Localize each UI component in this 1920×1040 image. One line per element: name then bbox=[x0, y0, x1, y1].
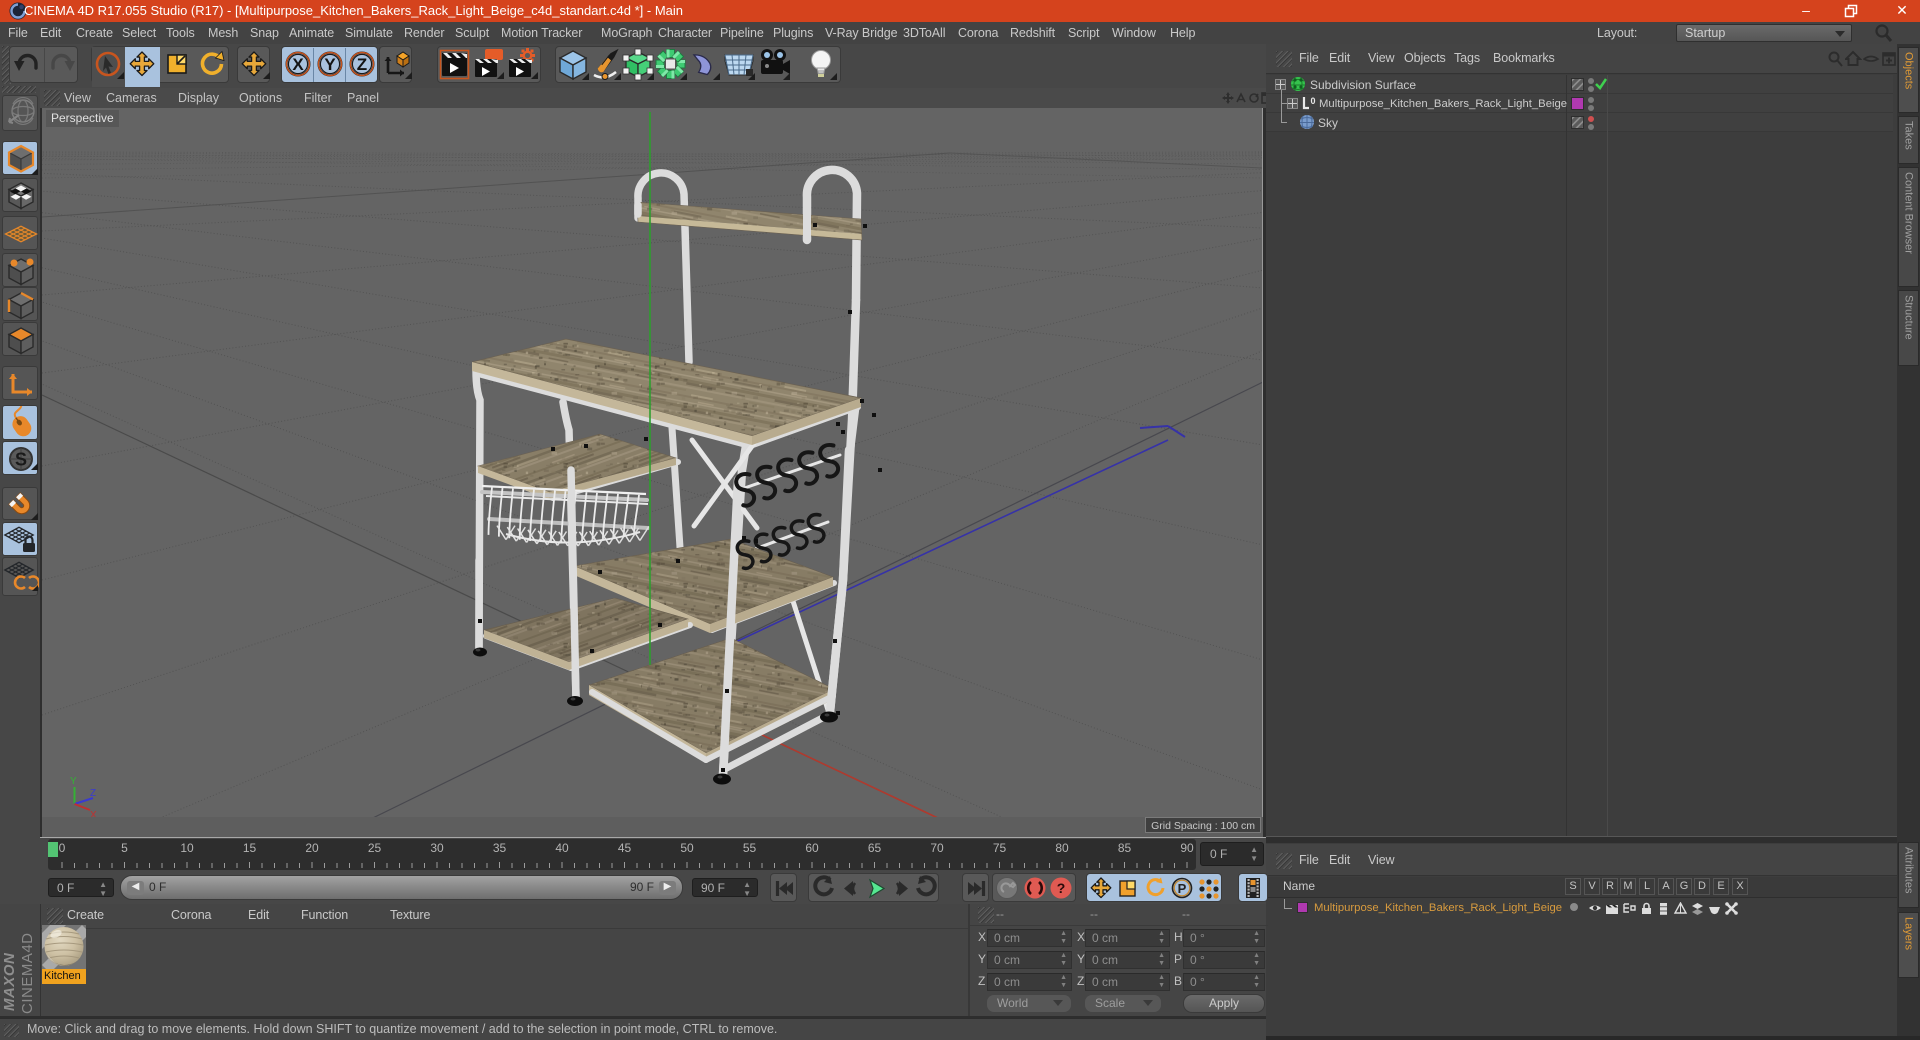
svg-text:0: 0 bbox=[1310, 96, 1315, 106]
svg-text:Y: Y bbox=[324, 55, 336, 74]
svg-text:Y: Y bbox=[70, 776, 77, 787]
svg-text:Z: Z bbox=[357, 55, 367, 74]
svg-text:P: P bbox=[1178, 881, 1187, 896]
svg-text:Z: Z bbox=[90, 788, 96, 799]
svg-text:?: ? bbox=[1057, 880, 1066, 896]
svg-text:S: S bbox=[15, 450, 27, 470]
svg-text:X: X bbox=[292, 55, 304, 74]
